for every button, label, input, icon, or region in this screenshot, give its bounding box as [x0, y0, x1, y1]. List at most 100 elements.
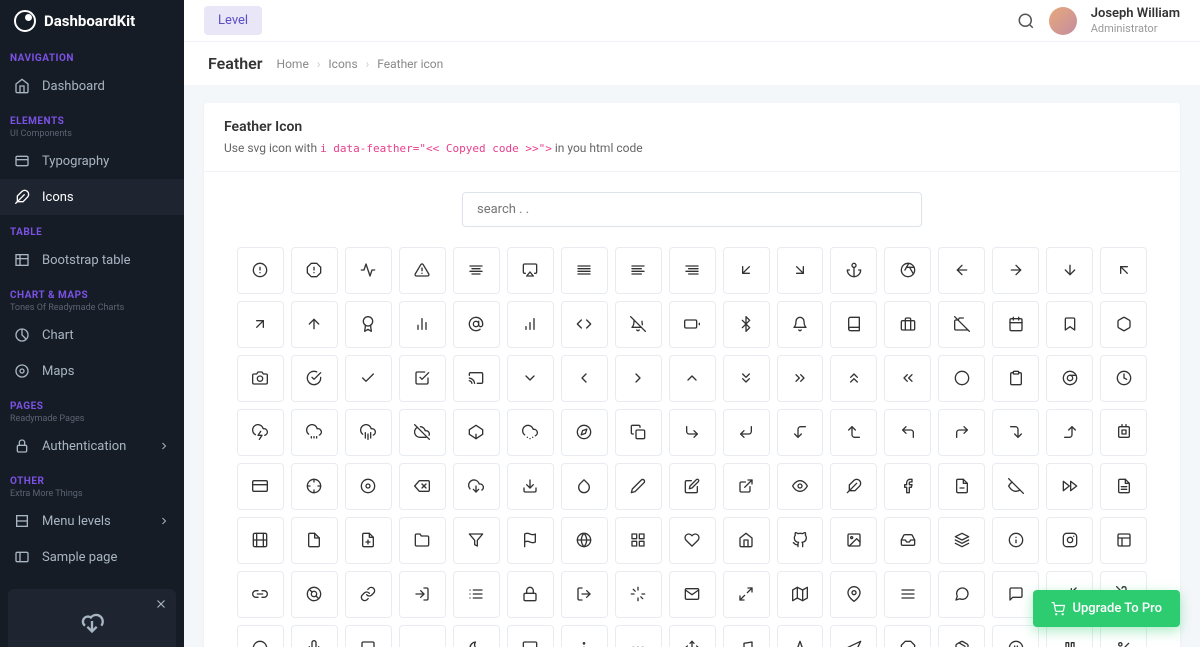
icon-align-right[interactable] [669, 247, 716, 294]
icon-corner-left-up[interactable] [830, 409, 877, 456]
icon-maximize-2[interactable] [723, 571, 770, 618]
icon-log-out[interactable] [561, 571, 608, 618]
icon-minus[interactable] [399, 625, 446, 647]
icon-alert-octagon[interactable] [291, 247, 338, 294]
icon-download[interactable] [507, 463, 554, 510]
icon-more-horizontal[interactable] [615, 625, 662, 647]
icon-minus-circle[interactable] [237, 625, 284, 647]
icon-bell-off[interactable] [615, 301, 662, 348]
icon-align-justify[interactable] [561, 247, 608, 294]
icon-lock[interactable] [507, 571, 554, 618]
icon-arrow-right[interactable] [992, 247, 1039, 294]
icon-music[interactable] [723, 625, 770, 647]
icon-calendar[interactable] [992, 301, 1039, 348]
icon-circle[interactable] [938, 355, 985, 402]
icon-flag[interactable] [507, 517, 554, 564]
icon-eye-off[interactable] [992, 463, 1039, 510]
icon-monitor[interactable] [507, 625, 554, 647]
icon-droplet[interactable] [561, 463, 608, 510]
icon-download-cloud[interactable] [453, 463, 500, 510]
icon-layout[interactable] [1100, 517, 1147, 564]
icon-eye[interactable] [777, 463, 824, 510]
icon-arrow-up[interactable] [291, 301, 338, 348]
crumb-icons[interactable]: Icons [328, 57, 357, 71]
icon-activity[interactable] [345, 247, 392, 294]
icon-camera-off[interactable] [938, 301, 985, 348]
icon-bar-chart[interactable] [507, 301, 554, 348]
icon-cast[interactable] [453, 355, 500, 402]
icon-code-sandbox[interactable] [561, 301, 608, 348]
icon-fast-forward[interactable] [1046, 463, 1093, 510]
icon-check-square[interactable] [399, 355, 446, 402]
icon-arrow-down-right[interactable] [777, 247, 824, 294]
nav-menu-levels[interactable]: Menu levels [0, 503, 184, 539]
icon-chevrons-up[interactable] [830, 355, 877, 402]
icon-chevrons-left[interactable] [884, 355, 931, 402]
icon-edit[interactable] [669, 463, 716, 510]
icon-file-text[interactable] [1100, 463, 1147, 510]
icon-file[interactable] [291, 517, 338, 564]
icon-corner-down-left[interactable] [723, 409, 770, 456]
icon-mic[interactable] [291, 625, 338, 647]
icon-credit-card[interactable] [237, 463, 284, 510]
icon-link-2[interactable] [237, 571, 284, 618]
search-icon[interactable] [1017, 12, 1035, 30]
icon-home[interactable] [723, 517, 770, 564]
icon-battery[interactable] [669, 301, 716, 348]
icon-life-buoy[interactable] [291, 571, 338, 618]
icon-octagon[interactable] [884, 625, 931, 647]
icon-minus-square[interactable] [345, 625, 392, 647]
icon-alert-triangle[interactable] [399, 247, 446, 294]
icon-cpu[interactable] [1100, 409, 1147, 456]
icon-menu[interactable] [884, 571, 931, 618]
icon-external-link[interactable] [723, 463, 770, 510]
icon-bell[interactable] [777, 301, 824, 348]
icon-link[interactable] [345, 571, 392, 618]
icon-arrow-up-left[interactable] [1100, 247, 1147, 294]
icon-corner-up-left[interactable] [884, 409, 931, 456]
icon-alert-circle[interactable] [237, 247, 284, 294]
icon-check-circle[interactable] [291, 355, 338, 402]
icon-chevron-left[interactable] [561, 355, 608, 402]
icon-align-center[interactable] [453, 247, 500, 294]
icon-bar-chart-2[interactable] [399, 301, 446, 348]
upgrade-button[interactable]: Upgrade To Pro [1033, 590, 1180, 627]
icon-mail[interactable] [669, 571, 716, 618]
nav-icons[interactable]: Icons [0, 179, 184, 215]
level-button[interactable]: Level [204, 6, 262, 35]
icon-book[interactable] [830, 301, 877, 348]
icon-folder[interactable] [399, 517, 446, 564]
icon-box[interactable] [1100, 301, 1147, 348]
icon-arrow-left[interactable] [938, 247, 985, 294]
icon-copy[interactable] [615, 409, 662, 456]
icon-chevron-down[interactable] [507, 355, 554, 402]
icon-corner-left-down[interactable] [777, 409, 824, 456]
icon-cloud-off[interactable] [399, 409, 446, 456]
icon-cloud-drizzle[interactable] [291, 409, 338, 456]
icon-percent[interactable] [1100, 625, 1147, 647]
nav-bootstrap-table[interactable]: Bootstrap table [0, 242, 184, 278]
nav-chart[interactable]: Chart [0, 317, 184, 353]
icon-clock[interactable] [1100, 355, 1147, 402]
icon-map-pin[interactable] [830, 571, 877, 618]
icon-navigation[interactable] [830, 625, 877, 647]
icon-compass[interactable] [561, 409, 608, 456]
icon-anchor[interactable] [830, 247, 877, 294]
nav-typography[interactable]: Typography [0, 143, 184, 179]
icon-moon[interactable] [453, 625, 500, 647]
icon-log-in[interactable] [399, 571, 446, 618]
icon-arrow-down-left[interactable] [723, 247, 770, 294]
icon-globe[interactable] [561, 517, 608, 564]
icon-instagram[interactable] [1046, 517, 1093, 564]
icon-cloud-rain[interactable] [345, 409, 392, 456]
icon-info[interactable] [992, 517, 1039, 564]
icon-cloud-lightning[interactable] [237, 409, 284, 456]
icon-check[interactable] [345, 355, 392, 402]
icon-corner-down-right[interactable] [669, 409, 716, 456]
icon-message-circle[interactable] [938, 571, 985, 618]
close-icon[interactable] [154, 597, 168, 611]
user-info[interactable]: Joseph William Administrator [1091, 6, 1180, 35]
icon-image[interactable] [830, 517, 877, 564]
icon-grid[interactable] [615, 517, 662, 564]
icon-chevrons-down[interactable] [723, 355, 770, 402]
